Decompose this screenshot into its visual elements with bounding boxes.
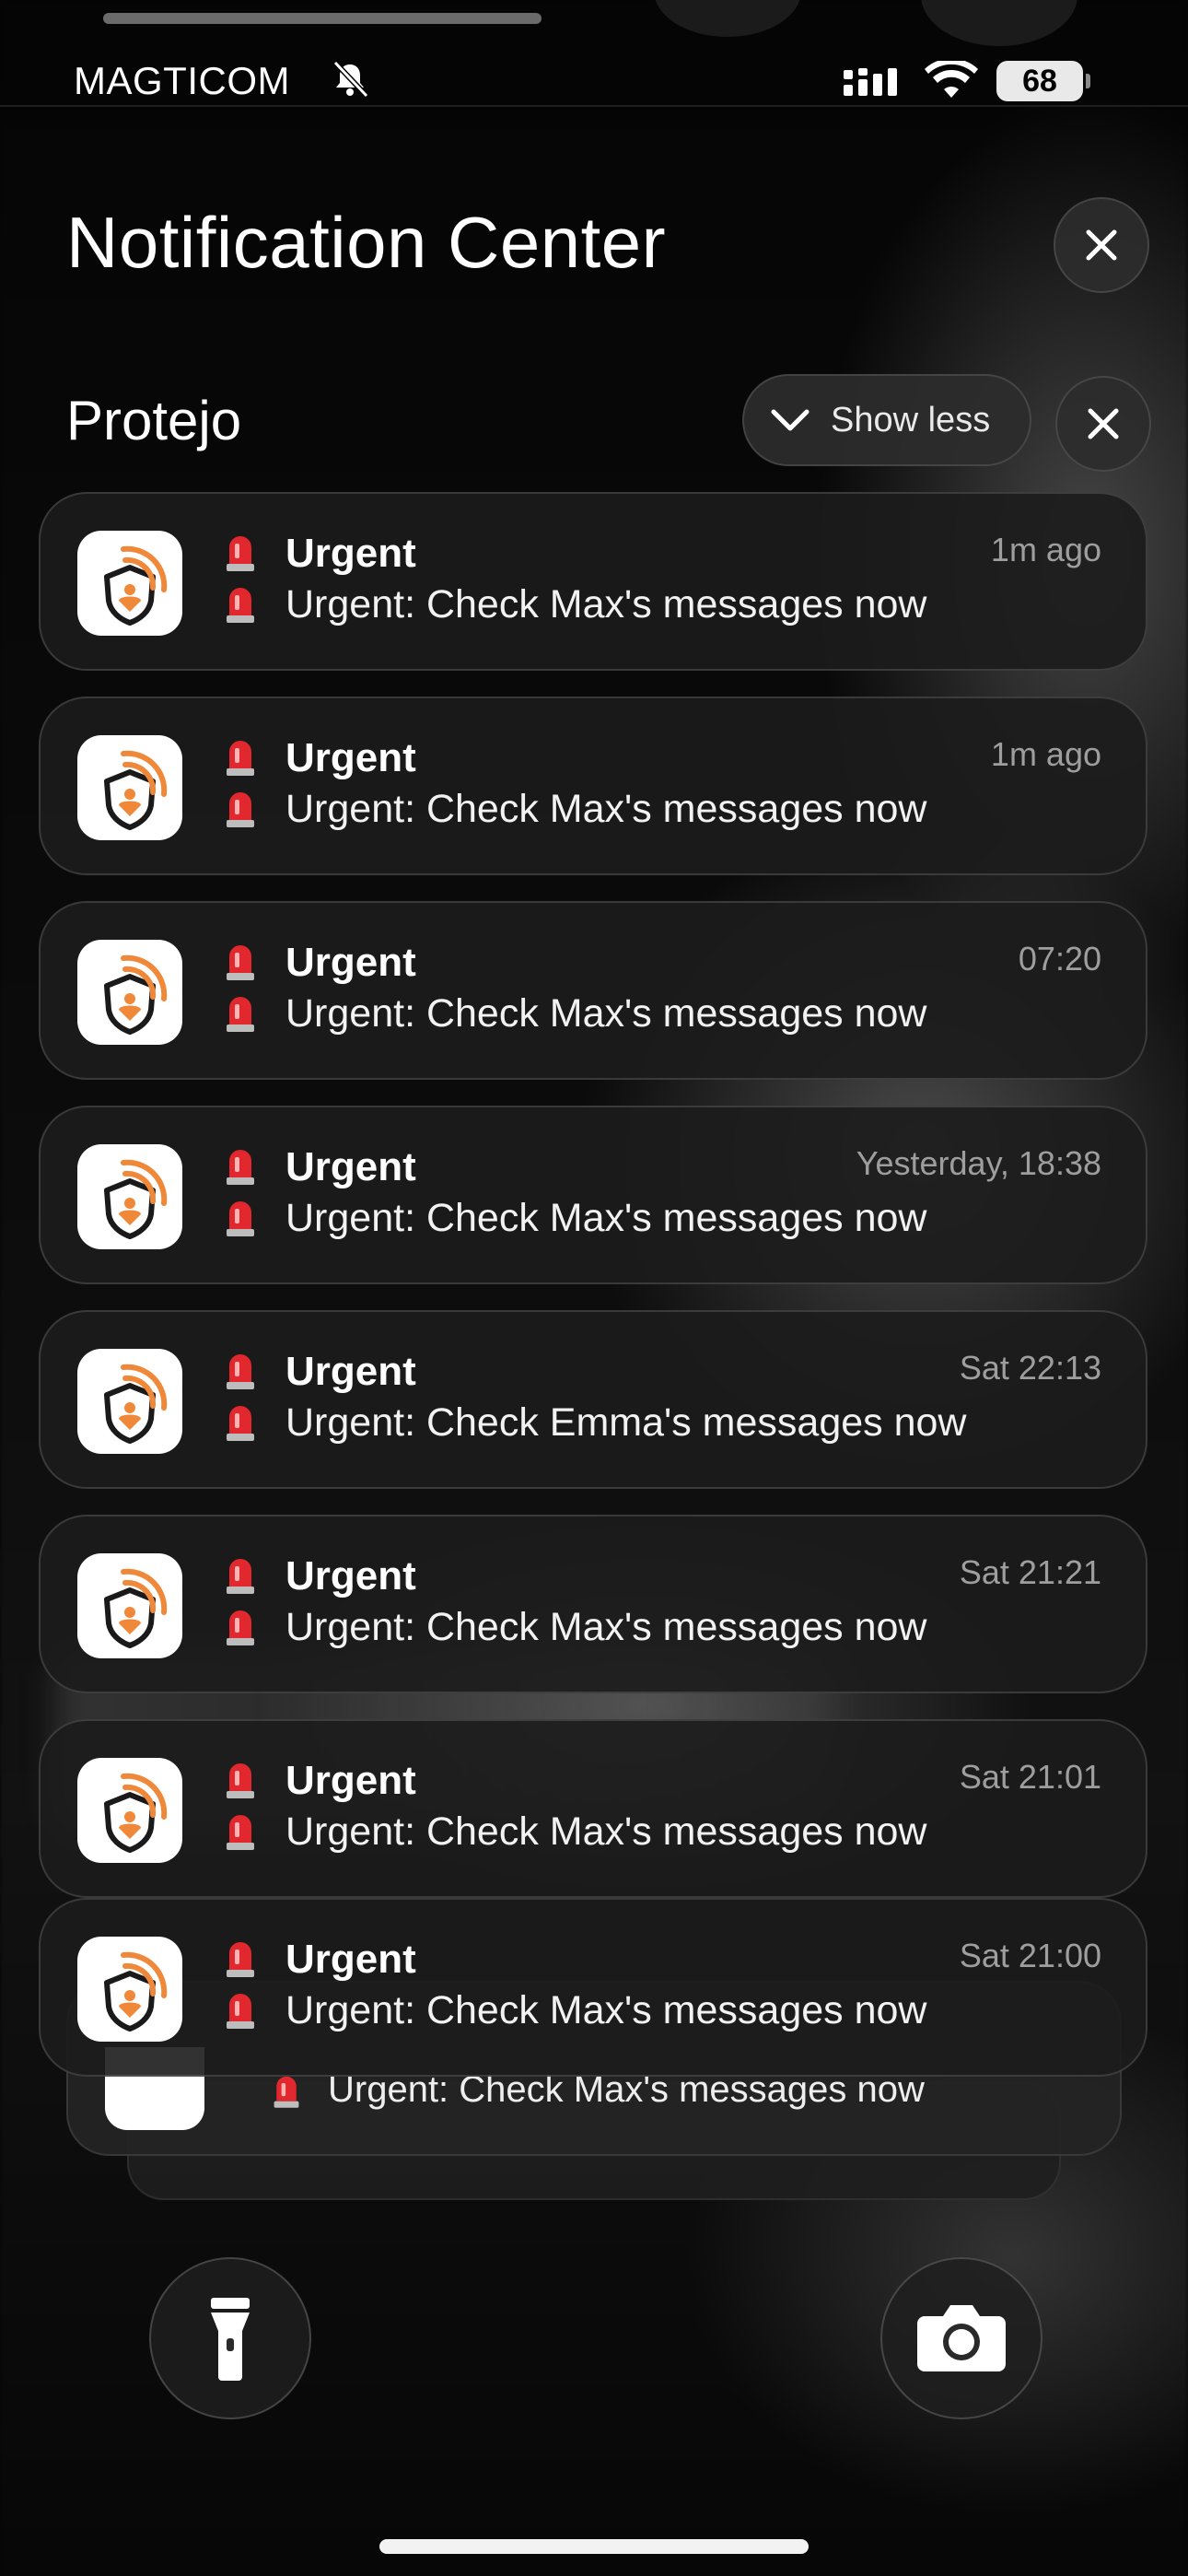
protejo-shield-icon bbox=[77, 531, 182, 636]
siren-emoji-icon bbox=[227, 1763, 254, 1798]
protejo-shield-icon bbox=[77, 1758, 182, 1863]
protejo-shield-icon bbox=[77, 1937, 182, 2042]
notification-time: 1m ago bbox=[990, 735, 1101, 773]
battery-indicator: 68 bbox=[996, 61, 1090, 101]
camera-button[interactable] bbox=[880, 2257, 1042, 2419]
siren-emoji-icon bbox=[274, 2076, 299, 2108]
carrier-name: MAGTICOM bbox=[74, 59, 290, 102]
show-less-button[interactable]: Show less bbox=[742, 374, 1031, 466]
chevron-down-icon bbox=[771, 409, 809, 431]
notification-body: Urgent: Check Max's messages now bbox=[285, 1196, 927, 1240]
notification-card[interactable]: Urgent Urgent: Check Max's messages now … bbox=[39, 697, 1147, 875]
protejo-shield-icon bbox=[77, 1144, 182, 1249]
notification-time: Yesterday, 18:38 bbox=[856, 1144, 1101, 1182]
page-title: Notification Center bbox=[66, 202, 667, 283]
notification-body: Urgent: Check Max's messages now bbox=[285, 1809, 927, 1854]
notification-card[interactable]: Urgent Urgent: Check Emma's messages now… bbox=[39, 1310, 1147, 1489]
siren-emoji-icon bbox=[227, 1994, 254, 2029]
camera-icon bbox=[917, 2305, 1006, 2371]
protejo-shield-icon bbox=[77, 735, 182, 840]
notification-body: Urgent: Check Max's messages now bbox=[285, 1988, 927, 2032]
notification-time: Sat 22:13 bbox=[959, 1349, 1101, 1387]
notification-time: Sat 21:00 bbox=[959, 1937, 1101, 1974]
siren-emoji-icon bbox=[227, 1201, 254, 1236]
notification-title: Urgent bbox=[285, 1349, 416, 1394]
siren-emoji-icon bbox=[227, 945, 254, 980]
notification-title: Urgent bbox=[285, 1937, 416, 1982]
siren-emoji-icon bbox=[227, 1150, 254, 1185]
lock-screen: MAGTICOM 68 Notification Center Protejo … bbox=[0, 0, 1188, 2576]
siren-emoji-icon bbox=[227, 1815, 254, 1850]
siren-emoji-icon bbox=[227, 588, 254, 623]
notification-time: Sat 21:01 bbox=[959, 1758, 1101, 1796]
status-bar: MAGTICOM 68 bbox=[0, 46, 1188, 120]
clear-all-button[interactable] bbox=[1054, 197, 1149, 293]
notification-body: Urgent: Check Max's messages now bbox=[285, 991, 927, 1036]
notification-time: 07:20 bbox=[1018, 940, 1101, 978]
flashlight-button[interactable] bbox=[149, 2257, 311, 2419]
protejo-shield-icon bbox=[77, 1553, 182, 1658]
siren-emoji-icon bbox=[227, 1406, 254, 1441]
siren-emoji-icon bbox=[227, 792, 254, 827]
notification-title: Urgent bbox=[285, 531, 416, 576]
protejo-shield-icon bbox=[77, 1349, 182, 1454]
clear-group-button[interactable] bbox=[1055, 376, 1151, 472]
siren-emoji-icon bbox=[227, 1942, 254, 1977]
siren-emoji-icon bbox=[227, 741, 254, 776]
wifi-icon bbox=[925, 61, 978, 98]
notification-group-title: Protejo bbox=[66, 390, 242, 451]
notification-title: Urgent bbox=[285, 1758, 416, 1803]
notification-title: Urgent bbox=[285, 1144, 416, 1189]
siren-emoji-icon bbox=[227, 1354, 254, 1389]
notification-card[interactable]: Urgent Urgent: Check Max's messages now … bbox=[39, 1898, 1147, 2077]
close-icon bbox=[1086, 229, 1117, 261]
silent-bell-icon bbox=[332, 60, 369, 99]
notification-card[interactable]: Urgent Urgent: Check Max's messages now … bbox=[39, 1515, 1147, 1693]
notification-title: Urgent bbox=[285, 735, 416, 780]
protejo-shield-icon bbox=[77, 940, 182, 1045]
notification-time: Sat 21:21 bbox=[959, 1553, 1101, 1591]
notification-card[interactable]: Urgent Urgent: Check Max's messages now … bbox=[39, 901, 1147, 1080]
siren-emoji-icon bbox=[227, 997, 254, 1032]
siren-emoji-icon bbox=[227, 1559, 254, 1594]
notification-card[interactable]: Urgent Urgent: Check Max's messages now … bbox=[39, 1719, 1147, 1898]
notification-body: Urgent: Check Max's messages now bbox=[285, 1605, 927, 1649]
status-divider bbox=[0, 105, 1188, 107]
top-bar-remnant bbox=[103, 13, 542, 24]
home-indicator[interactable] bbox=[379, 2539, 809, 2554]
notification-body: Urgent: Check Max's messages now bbox=[285, 582, 927, 626]
cellular-signal-icon bbox=[844, 68, 897, 96]
flashlight-icon bbox=[211, 2298, 250, 2381]
notification-card[interactable]: Urgent Urgent: Check Max's messages now … bbox=[39, 492, 1147, 671]
siren-emoji-icon bbox=[227, 536, 254, 571]
siren-emoji-icon bbox=[227, 1610, 254, 1645]
notification-body: Urgent: Check Emma's messages now bbox=[285, 1400, 967, 1445]
close-icon bbox=[1088, 408, 1119, 439]
notification-card[interactable]: Urgent Urgent: Check Max's messages now … bbox=[39, 1106, 1147, 1284]
notification-title: Urgent bbox=[285, 940, 416, 985]
show-less-label: Show less bbox=[831, 400, 991, 439]
notification-body: Urgent: Check Max's messages now bbox=[285, 787, 927, 831]
notification-title: Urgent bbox=[285, 1553, 416, 1598]
notification-time: 1m ago bbox=[990, 531, 1101, 568]
